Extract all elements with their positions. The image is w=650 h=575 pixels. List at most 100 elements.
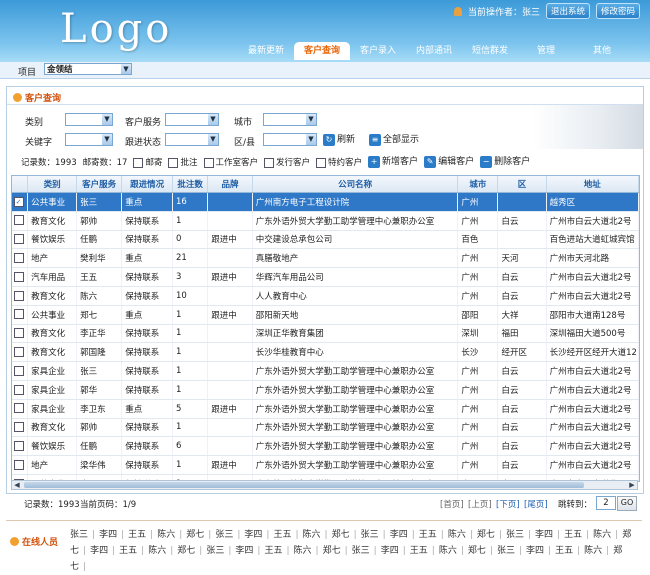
- table-row[interactable]: 公共事业 郑七 重点 1 跟进中 邵阳新天地 邵阳 大祥 邵阳市大道南128号: [12, 305, 639, 325]
- delete-customer-button[interactable]: − 删除客户: [480, 155, 530, 169]
- online-user[interactable]: 王五: [555, 546, 573, 556]
- row-checkbox[interactable]: [13, 459, 24, 470]
- online-user[interactable]: 王五: [273, 530, 291, 540]
- online-user[interactable]: 李四: [235, 546, 253, 556]
- online-user[interactable]: 陈六: [584, 546, 602, 556]
- row-checkbox[interactable]: [13, 365, 24, 376]
- table-row[interactable]: ✓ 公共事业 张三 重点 16 广州南方电子工程设计院 广州 越秀区: [12, 192, 639, 212]
- column-header[interactable]: 类别: [27, 176, 78, 193]
- online-user[interactable]: 王五: [564, 530, 582, 540]
- scroll-left-icon[interactable]: ◀: [12, 481, 22, 489]
- column-header[interactable]: 区: [497, 176, 547, 193]
- chevron-down-icon[interactable]: ▼: [208, 134, 218, 145]
- online-user[interactable]: 李四: [526, 546, 544, 556]
- city-select[interactable]: ▼: [263, 113, 317, 126]
- row-checkbox[interactable]: [13, 253, 24, 264]
- row-checkbox[interactable]: [13, 422, 24, 433]
- checkbox-release[interactable]: 发行客户: [264, 156, 310, 168]
- row-checkbox[interactable]: [13, 384, 24, 395]
- column-header[interactable]: 跟进情况: [121, 176, 173, 193]
- online-user[interactable]: 陈六: [593, 530, 611, 540]
- online-user[interactable]: 张三: [497, 546, 515, 556]
- checkbox-icon[interactable]: [133, 157, 144, 168]
- column-header[interactable]: 地址: [546, 176, 639, 193]
- nav-sms[interactable]: 短信群发: [462, 42, 518, 60]
- go-button[interactable]: GO: [617, 496, 637, 511]
- row-checkbox[interactable]: [13, 403, 24, 414]
- nav-customer-query[interactable]: 客户查询: [294, 42, 350, 60]
- table-row[interactable]: 餐饮娱乐 任鹏 保持联系 0 跟进中 中交建设总承包公司 百色 百色进站大道虹城宾馆: [12, 230, 639, 250]
- online-user[interactable]: 陈六: [294, 546, 312, 556]
- online-user[interactable]: 张三: [361, 530, 379, 540]
- table-row[interactable]: 教育文化 陈六 保持联系 10 人人教育中心 广州 白云 广州市白云大道北2号: [12, 286, 639, 306]
- chevron-down-icon[interactable]: ▼: [102, 114, 112, 125]
- row-checkbox[interactable]: [13, 271, 24, 282]
- nav-latest[interactable]: 最新更新: [238, 42, 294, 60]
- online-user[interactable]: 张三: [506, 530, 524, 540]
- table-row[interactable]: 教育文化 郭帅 保持联系 1 广东外语外贸大学勤工助学管理中心兼职办公室 广州 白云 广州市白…: [12, 418, 639, 438]
- checkbox-studio[interactable]: 工作室客户: [203, 156, 258, 168]
- next-page-link[interactable]: [下页]: [496, 498, 520, 510]
- table-row[interactable]: 教育文化 李正华 保持联系 1 深圳正华教育集团 深圳 福田 深圳福田大道500号: [12, 324, 639, 344]
- project-select[interactable]: 金领结 ▼: [44, 63, 132, 75]
- chevron-down-icon[interactable]: ▼: [102, 134, 112, 145]
- row-checkbox[interactable]: [13, 309, 24, 320]
- column-header[interactable]: 批注数: [172, 176, 209, 193]
- checkbox-note[interactable]: 批注: [168, 156, 198, 168]
- online-user[interactable]: 张三: [70, 530, 88, 540]
- online-user[interactable]: 郑七: [323, 546, 341, 556]
- online-user[interactable]: 郑七: [177, 546, 195, 556]
- online-user[interactable]: 李四: [244, 530, 262, 540]
- row-checkbox[interactable]: [13, 290, 24, 301]
- table-row[interactable]: 家具企业 郭华 保持联系 1 广东外语外贸大学勤工助学管理中心兼职办公室 广州 白云 广州市白…: [12, 380, 639, 400]
- online-user[interactable]: 王五: [119, 546, 137, 556]
- add-customer-button[interactable]: + 新增客户: [368, 155, 418, 169]
- checkbox-icon[interactable]: [203, 157, 214, 168]
- online-user[interactable]: 王五: [128, 530, 146, 540]
- jump-page-input[interactable]: 2: [596, 496, 616, 510]
- column-header[interactable]: 品牌: [207, 176, 253, 193]
- chevron-down-icon[interactable]: ▼: [208, 114, 218, 125]
- checkbox-icon[interactable]: [168, 157, 179, 168]
- online-user[interactable]: 陈六: [303, 530, 321, 540]
- nav-internal-comm[interactable]: 内部通讯: [406, 42, 462, 60]
- chevron-down-icon[interactable]: ▼: [306, 114, 316, 125]
- prev-page-link[interactable]: [上页]: [468, 498, 492, 510]
- online-user[interactable]: 李四: [99, 530, 117, 540]
- online-user[interactable]: 郑七: [186, 530, 204, 540]
- row-checkbox[interactable]: [13, 328, 24, 339]
- keyword-select[interactable]: ▼: [65, 133, 113, 146]
- checkbox-icon[interactable]: [316, 157, 327, 168]
- online-user[interactable]: 王五: [410, 546, 428, 556]
- nav-other[interactable]: 其他: [574, 42, 630, 60]
- online-user[interactable]: 陈六: [439, 546, 457, 556]
- table-row[interactable]: 汽车用品 王五 保持联系 3 跟进中 华辉汽车用品公司 广州 白云 广州市白云大道北2号: [12, 267, 639, 287]
- online-user[interactable]: 张三: [215, 530, 233, 540]
- online-user[interactable]: 张三: [206, 546, 224, 556]
- online-user[interactable]: 陈六: [148, 546, 166, 556]
- table-row[interactable]: 家具企业 张三 保持联系 1 广东外语外贸大学勤工助学管理中心兼职办公室 广州 白云 广州市白…: [12, 361, 639, 381]
- refresh-button[interactable]: ↻ 刷新: [323, 133, 355, 147]
- online-user[interactable]: 李四: [390, 530, 408, 540]
- table-row[interactable]: 教育文化 郭国隆 保持联系 1 长沙华桂教育中心 长沙 经开区 长沙经开区经开大道12: [12, 342, 639, 363]
- chevron-down-icon[interactable]: ▼: [306, 134, 316, 145]
- district-select[interactable]: ▼: [263, 133, 317, 146]
- column-header[interactable]: 公司名称: [252, 176, 459, 193]
- horizontal-scrollbar[interactable]: ◀ ▶: [11, 480, 638, 490]
- nav-customer-entry[interactable]: 客户录入: [350, 42, 406, 60]
- nav-admin[interactable]: 管理: [518, 42, 574, 60]
- edit-customer-button[interactable]: ✎ 编辑客户: [424, 155, 474, 169]
- row-checkbox[interactable]: [13, 215, 24, 226]
- online-user[interactable]: 王五: [264, 546, 282, 556]
- change-password-button[interactable]: 修改密码: [595, 3, 640, 19]
- checkbox-icon[interactable]: [264, 157, 275, 168]
- first-page-link[interactable]: [首页]: [440, 498, 464, 510]
- checkbox-special[interactable]: 特约客户: [316, 156, 362, 168]
- row-checkbox[interactable]: [13, 441, 24, 451]
- service-select[interactable]: ▼: [165, 113, 219, 126]
- table-row[interactable]: 家具企业 李卫东 重点 5 跟进中 广东外语外贸大学勤工助学管理中心兼职办公室 广州 白云 广州…: [12, 399, 639, 419]
- column-header[interactable]: [12, 176, 29, 193]
- table-row[interactable]: 地产 梁华伟 保持联系 1 跟进中 广东外语外贸大学勤工助学管理中心兼职办公室 广州 白云 广州…: [12, 455, 639, 475]
- checkbox-mail[interactable]: 邮寄: [133, 156, 162, 168]
- row-checkbox[interactable]: [13, 234, 24, 245]
